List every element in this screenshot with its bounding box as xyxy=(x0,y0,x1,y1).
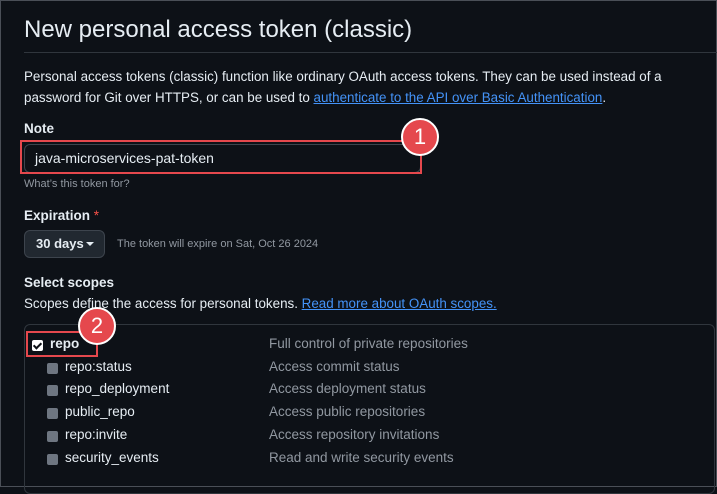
expiration-label-text: Expiration xyxy=(24,208,91,223)
scope-row-repo-deployment: repo_deployment Access deployment status xyxy=(0,381,717,401)
expiration-select[interactable]: 30 days xyxy=(24,230,105,258)
scope-checkbox-public-repo[interactable] xyxy=(47,408,58,419)
note-label: Note xyxy=(24,121,54,136)
scope-checkbox-repo-status[interactable] xyxy=(47,363,58,374)
scope-row-repo-status: repo:status Access commit status xyxy=(0,359,717,379)
annotation-badge-1: 1 xyxy=(401,118,439,156)
scope-label-public-repo: public_repo xyxy=(65,404,135,419)
intro-end: . xyxy=(602,90,607,105)
intro-description: Personal access tokens (classic) functio… xyxy=(24,66,709,108)
scope-checkbox-security-events[interactable] xyxy=(47,454,58,465)
scopes-text: Scopes define the access for personal to… xyxy=(24,296,302,311)
scope-desc-repo-invite: Access repository invitations xyxy=(269,427,440,442)
expiration-label: Expiration * xyxy=(24,208,99,223)
note-highlight xyxy=(20,140,422,174)
scope-desc-public-repo: Access public repositories xyxy=(269,404,426,419)
scope-desc-repo-status: Access commit status xyxy=(269,359,400,374)
scope-checkbox-repo-invite[interactable] xyxy=(47,431,58,442)
basic-auth-link[interactable]: authenticate to the API over Basic Authe… xyxy=(314,90,603,105)
scope-desc-repo-deployment: Access deployment status xyxy=(269,381,426,396)
annotation-badge-2: 2 xyxy=(78,307,116,345)
scope-desc-security-events: Read and write security events xyxy=(269,450,454,465)
scope-row-public-repo: public_repo Access public repositories xyxy=(0,404,717,424)
expiration-note: The token will expire on Sat, Oct 26 202… xyxy=(117,238,319,250)
scope-desc-repo: Full control of private repositories xyxy=(269,336,468,351)
required-mark: * xyxy=(93,208,100,223)
oauth-scopes-link[interactable]: Read more about OAuth scopes. xyxy=(302,296,497,311)
chevron-down-icon xyxy=(86,242,94,246)
scope-label-repo-invite: repo:invite xyxy=(65,427,128,442)
note-hint: What’s this token for? xyxy=(24,178,130,190)
scope-label-security-events: security_events xyxy=(65,450,159,465)
scope-row-repo-invite: repo:invite Access repository invitation… xyxy=(0,427,717,447)
scope-label-repo-status: repo:status xyxy=(65,359,132,374)
scope-row-security-events: security_events Read and write security … xyxy=(0,450,717,470)
page-title: New personal access token (classic) xyxy=(24,16,413,43)
expiration-value: 30 days xyxy=(36,236,84,251)
scope-checkbox-repo-deployment[interactable] xyxy=(47,385,58,396)
scopes-label: Select scopes xyxy=(24,275,115,290)
title-divider xyxy=(24,52,717,53)
scope-label-repo-deployment: repo_deployment xyxy=(65,381,170,396)
